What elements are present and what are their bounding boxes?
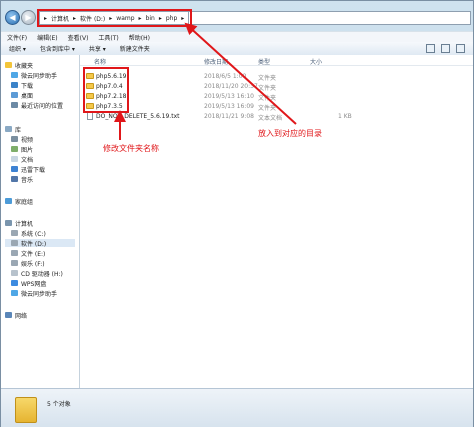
annotation-place: 放入到对应的目录 xyxy=(258,129,322,138)
annotation-rename: 修改文件夹名称 xyxy=(103,144,159,153)
arrow-to-address xyxy=(184,22,297,125)
annotation-arrows xyxy=(114,22,297,140)
